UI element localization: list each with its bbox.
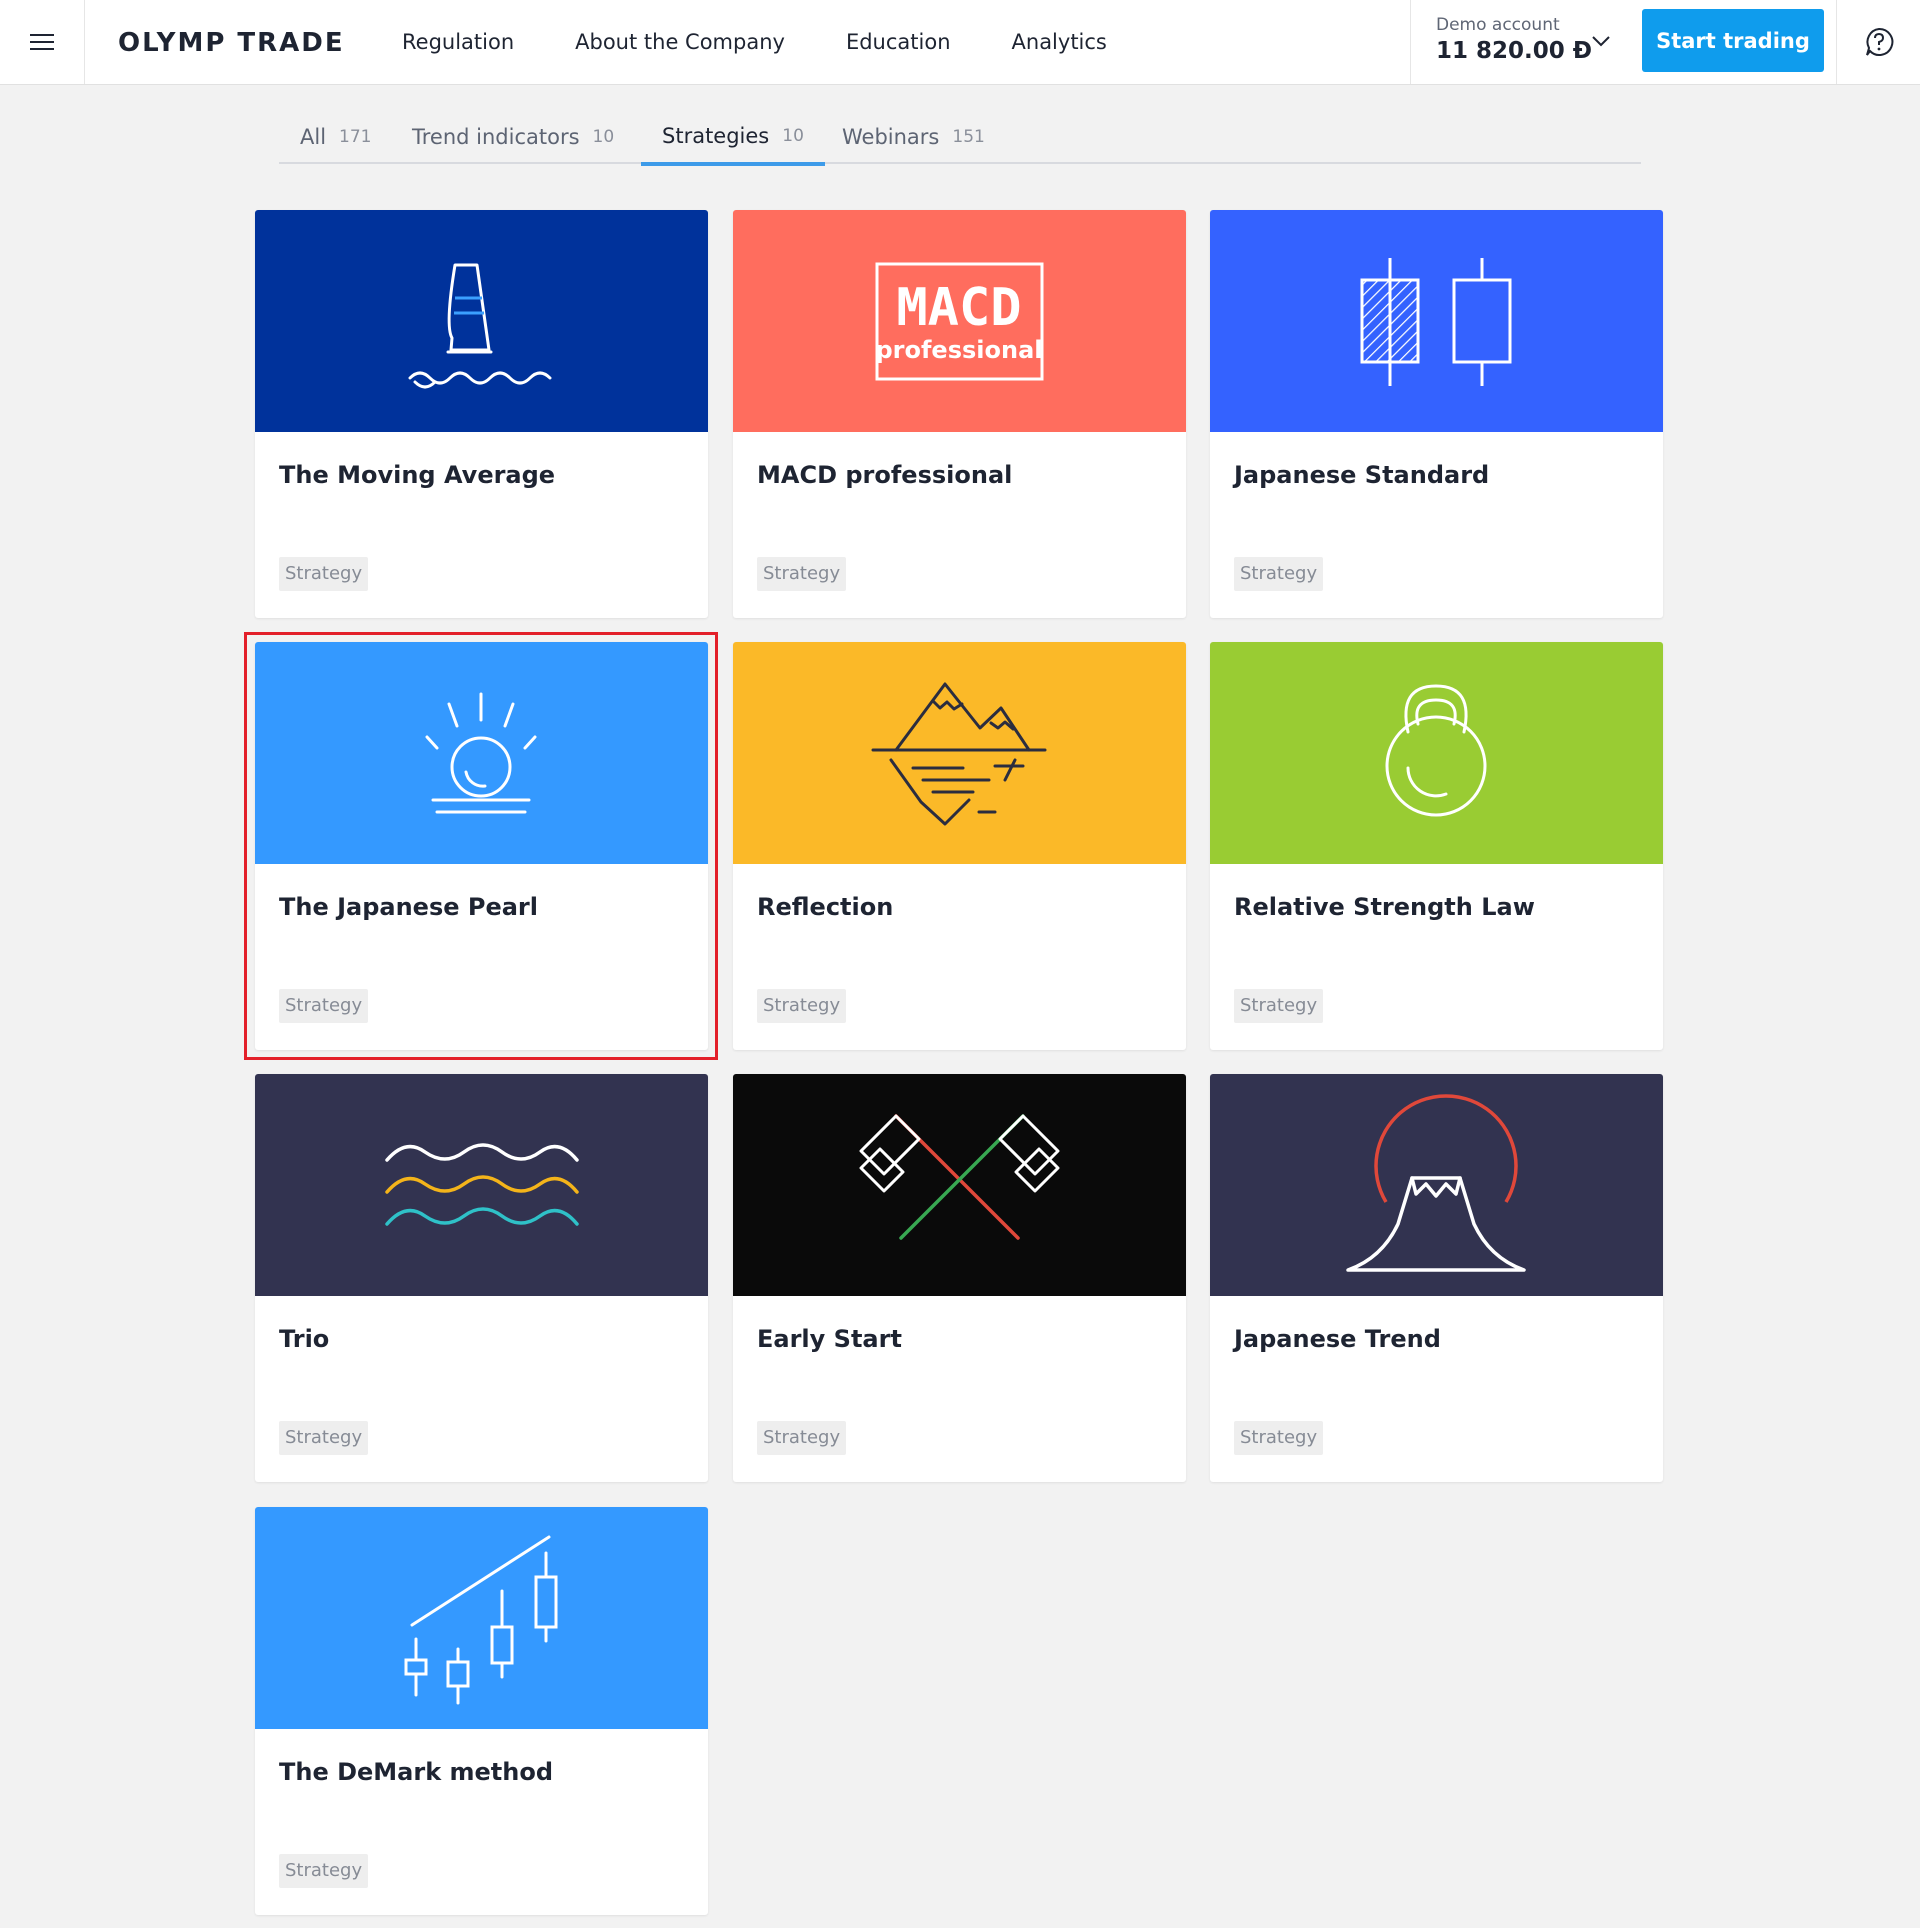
- nav-about-company[interactable]: About the Company: [575, 30, 785, 54]
- card-image: [255, 642, 708, 864]
- strategy-card[interactable]: Japanese Trend Strategy: [1210, 1074, 1663, 1482]
- tab-count: 151: [952, 127, 985, 147]
- card-image: [255, 210, 708, 432]
- macd-logo-subtitle: professional: [875, 336, 1042, 364]
- card-title: Relative Strength Law: [1234, 893, 1535, 921]
- card-image: [255, 1507, 708, 1729]
- tab-label: Webinars: [842, 125, 940, 149]
- card-image: [733, 1074, 1186, 1296]
- card-image: [1210, 1074, 1663, 1296]
- three-waves-icon: [385, 1143, 579, 1226]
- tab-strategies[interactable]: Strategies 10: [641, 110, 825, 166]
- card-tag: Strategy: [1234, 1421, 1324, 1455]
- card-image: [1210, 642, 1663, 864]
- card-tag: Strategy: [279, 1421, 369, 1455]
- card-tag: Strategy: [757, 557, 847, 591]
- tab-label: Trend indicators: [412, 125, 580, 149]
- strategy-card[interactable]: The DeMark method Strategy: [255, 1507, 708, 1915]
- card-tag: Strategy: [279, 1854, 369, 1888]
- tab-all[interactable]: All 171: [279, 110, 393, 164]
- card-title: Reflection: [757, 893, 894, 921]
- strategy-card[interactable]: Reflection Strategy: [733, 642, 1186, 1050]
- mountain-reflection-icon: [871, 682, 1047, 826]
- card-image: [255, 1074, 708, 1296]
- card-title: The Moving Average: [279, 461, 556, 489]
- windsurf-icon: [408, 263, 552, 389]
- card-image: MACD professional: [733, 210, 1186, 432]
- tab-count: 10: [782, 126, 804, 146]
- mount-fuji-icon: [1346, 1094, 1526, 1272]
- tab-webinars[interactable]: Webinars 151: [821, 110, 1006, 164]
- strategy-card[interactable]: Japanese Standard Strategy: [1210, 210, 1663, 618]
- card-image: [733, 642, 1186, 864]
- tab-label: Strategies: [662, 124, 770, 148]
- account-balance: 11 820.00 Đ: [1436, 38, 1593, 64]
- sunrise-icon: [425, 692, 537, 814]
- crossed-flags-icon: [859, 1114, 1060, 1240]
- strategy-card[interactable]: The Moving Average Strategy: [255, 210, 708, 618]
- kettlebell-icon: [1385, 684, 1487, 817]
- strategy-card[interactable]: Relative Strength Law Strategy: [1210, 642, 1663, 1050]
- tab-label: All: [300, 125, 327, 149]
- account-label: Demo account: [1436, 15, 1560, 35]
- start-trading-button[interactable]: Start trading: [1642, 9, 1824, 72]
- hamburger-icon[interactable]: [0, 0, 85, 84]
- strategy-card[interactable]: Early Start Strategy: [733, 1074, 1186, 1482]
- card-tag: Strategy: [757, 1421, 847, 1455]
- card-title: The Japanese Pearl: [279, 893, 538, 921]
- candlesticks-icon: [1360, 258, 1512, 386]
- card-title: Early Start: [757, 1325, 902, 1353]
- card-title: Japanese Standard: [1234, 461, 1490, 489]
- question-icon[interactable]: [1836, 0, 1920, 84]
- card-tag: Strategy: [757, 989, 847, 1023]
- card-title: Trio: [279, 1325, 330, 1353]
- card-tag: Strategy: [1234, 557, 1324, 591]
- top-bar: OLYMP TRADE Regulation About the Company…: [0, 0, 1920, 85]
- strategy-card[interactable]: The Japanese Pearl Strategy: [255, 642, 708, 1050]
- tab-count: 10: [592, 127, 615, 147]
- card-image: [1210, 210, 1663, 432]
- card-title: The DeMark method: [279, 1758, 554, 1786]
- logo[interactable]: OLYMP TRADE: [118, 26, 345, 60]
- card-tag: Strategy: [279, 989, 369, 1023]
- card-tag: Strategy: [279, 557, 369, 591]
- macd-logo-title: MACD: [896, 278, 1021, 338]
- card-tag: Strategy: [1234, 989, 1324, 1023]
- tab-count: 171: [339, 127, 372, 147]
- macd-logo-icon: MACD professional: [875, 262, 1044, 381]
- nav-education[interactable]: Education: [846, 30, 951, 54]
- rising-candles-icon: [404, 1535, 558, 1705]
- card-title: MACD professional: [757, 461, 1013, 489]
- strategy-card[interactable]: MACD professional MACD professional Stra…: [733, 210, 1186, 618]
- chevron-down-icon[interactable]: [1591, 32, 1611, 51]
- tab-trend-indicators[interactable]: Trend indicators 10: [391, 110, 635, 164]
- category-tabs: All 171 Trend indicators 10 Strategies 10 W…: [279, 110, 1641, 166]
- nav-analytics[interactable]: Analytics: [1012, 30, 1107, 54]
- nav-regulation[interactable]: Regulation: [402, 30, 514, 54]
- strategy-card[interactable]: Trio Strategy: [255, 1074, 708, 1482]
- account-selector[interactable]: Demo account 11 820.00 Đ: [1410, 0, 1630, 84]
- main-nav: Regulation About the Company Education A…: [402, 0, 1168, 84]
- card-title: Japanese Trend: [1234, 1325, 1441, 1353]
